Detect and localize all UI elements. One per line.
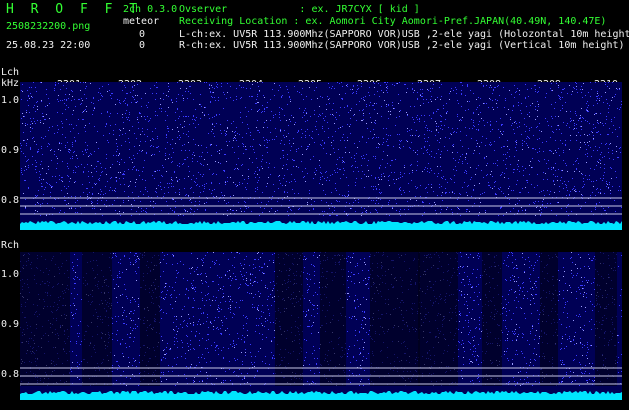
dim-column (418, 252, 458, 386)
freq-tick-label: 0.9 (1, 145, 20, 156)
freq-tick-label: 1.0 (1, 269, 20, 280)
lch-info: L-ch:ex. UV5R 113.900Mhz(SAPPORO VOR)USB… (179, 29, 629, 40)
meteor-label: meteor (123, 16, 160, 27)
dim-column (20, 252, 70, 386)
observer-info: Ovserver : ex. JR7CYX [ kid ] (179, 4, 420, 15)
location-info: Receiving Location : ex. Aomori City Aom… (179, 16, 607, 27)
rch-info: R-ch:ex. UV5R 113.900Mhz(SAPPORO VOR)USB… (179, 40, 625, 51)
freq-tick-label: 0.8 (1, 195, 20, 206)
lch-waterfall-canvas (20, 82, 622, 230)
dim-column (320, 252, 346, 386)
lch-waterfall (20, 82, 622, 230)
lch-axis-label: Lch (1, 67, 20, 78)
freq-tick-label: 0.8 (1, 369, 20, 380)
dim-column (482, 252, 502, 386)
rch-axis-label: Rch (1, 240, 20, 251)
freq-tick-label: 0.9 (1, 319, 20, 330)
spectrum-trace (20, 391, 622, 400)
dim-column (595, 252, 617, 386)
meteor-count-l: 0 (139, 29, 146, 40)
dim-column (140, 252, 160, 386)
spectrum-trace (20, 221, 622, 230)
noise-speckle-bright (22, 82, 620, 216)
rch-waterfall (20, 252, 622, 400)
lch-unit-label: kHz (1, 78, 20, 89)
filename-label: 2508232200.png (6, 21, 91, 32)
freq-tick-label: 1.0 (1, 95, 20, 106)
dim-column (275, 252, 303, 386)
noise-speckle (20, 82, 622, 216)
rch-waterfall-canvas (20, 252, 622, 400)
brand-title: H R O F F T (6, 2, 142, 17)
dim-column (82, 252, 112, 386)
datetime-label: 25.08.23 22:00 (6, 40, 91, 51)
dim-column (370, 252, 420, 386)
version-label: 2ch 0.3.0 (123, 4, 178, 15)
dim-column (540, 252, 558, 386)
meteor-count-r: 0 (139, 40, 146, 51)
